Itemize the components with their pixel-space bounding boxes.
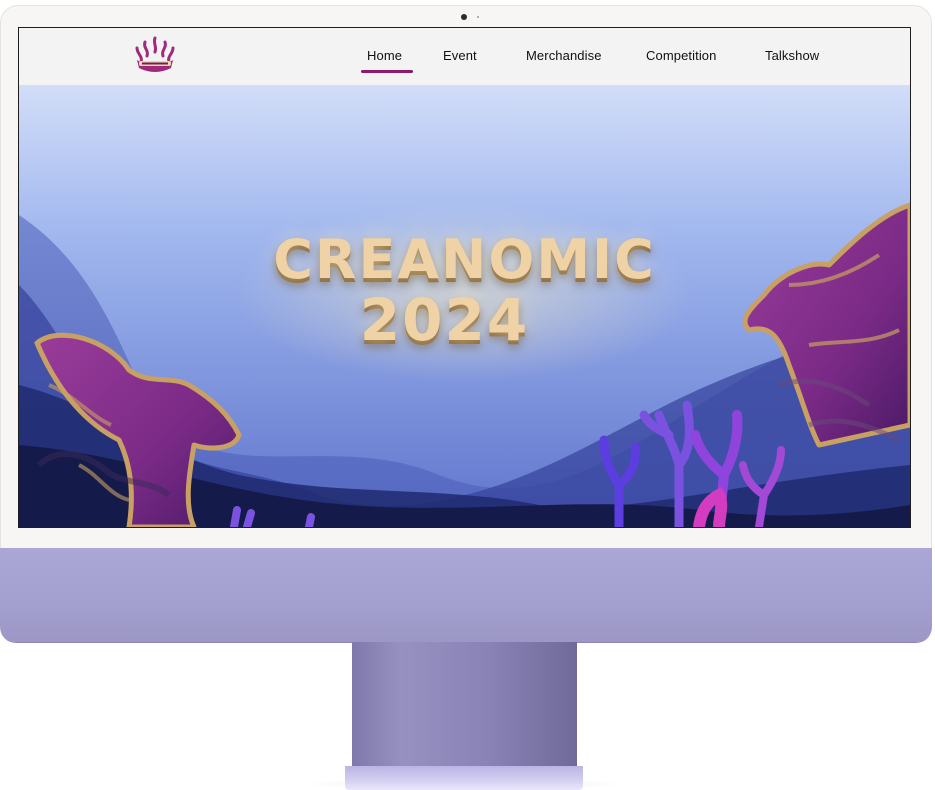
monitor-stand xyxy=(352,642,577,770)
monitor-stand-foot xyxy=(345,766,583,790)
nav-talkshow[interactable]: Talkshow xyxy=(765,48,819,63)
imac-mockup: Home Event Merchandise Competition Talks… xyxy=(0,0,935,790)
nav-home[interactable]: Home xyxy=(367,48,402,63)
navbar: Home Event Merchandise Competition Talks… xyxy=(19,28,910,85)
nav-competition[interactable]: Competition xyxy=(646,48,716,63)
monitor-chin xyxy=(0,548,932,642)
hero-underwater-illustration xyxy=(19,85,910,527)
camera-sensor-icon xyxy=(477,16,479,18)
hero-banner: CREANOMIC 2024 xyxy=(19,85,910,527)
nav-event[interactable]: Event xyxy=(443,48,477,63)
website-screen: Home Event Merchandise Competition Talks… xyxy=(19,28,910,527)
camera-icon xyxy=(461,14,467,20)
nav-active-indicator xyxy=(361,70,413,73)
creanomic-logo-icon[interactable] xyxy=(131,36,179,76)
nav-merchandise[interactable]: Merchandise xyxy=(526,48,602,63)
